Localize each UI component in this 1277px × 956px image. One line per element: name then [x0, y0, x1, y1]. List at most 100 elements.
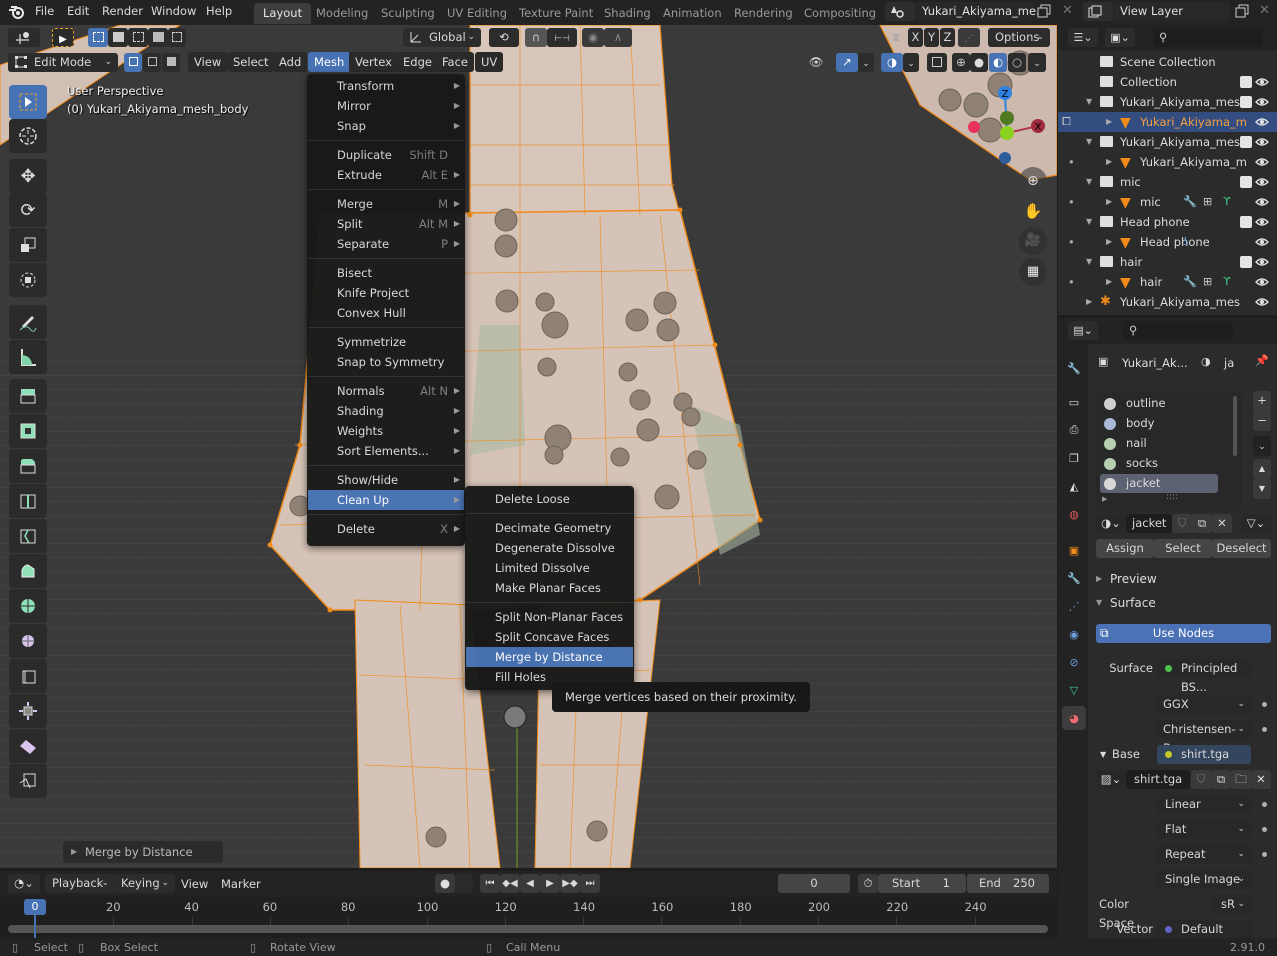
select-tool-button[interactable]: ▶	[52, 28, 74, 47]
menu-item-transform[interactable]: Transform ▶	[308, 76, 464, 96]
tool-select-box[interactable]	[9, 85, 47, 119]
menu-item-merge[interactable]: Merge M ▶	[308, 194, 464, 214]
tab-view-layer[interactable]: ❐	[1062, 446, 1086, 470]
outliner-row[interactable]: • ▶ ▼ mic 🔧 ⊞ ϒ	[1058, 192, 1277, 212]
material-specials-button[interactable]: ⌄	[1253, 436, 1271, 456]
next-keyframe-button[interactable]: ▶◆	[560, 874, 580, 893]
tab-scene[interactable]: ◭	[1062, 474, 1086, 498]
workspace-tab-sculpting[interactable]: Sculpting	[372, 3, 444, 24]
visibility-eye-icon[interactable]	[1255, 255, 1269, 269]
visibility-selectability-dropdown[interactable]: 👁	[800, 53, 832, 72]
browse-image-button[interactable]: ▨⌄	[1096, 770, 1126, 789]
viewport-menu-select[interactable]: Select	[227, 52, 275, 72]
link-dropdown[interactable]: ▽⌄	[1241, 514, 1271, 533]
transform-pivot-button[interactable]	[8, 28, 40, 47]
expand-arrow-icon[interactable]: ▶	[1106, 152, 1112, 172]
tool-loop-cut[interactable]	[9, 484, 47, 518]
visibility-eye-icon[interactable]	[1255, 115, 1269, 129]
exclude-checkbox[interactable]	[1240, 76, 1252, 88]
extension-dropdown[interactable]: Repeat ⌄	[1157, 845, 1267, 864]
interpolation-dropdown[interactable]: Linear ⌄	[1157, 795, 1267, 814]
tool-scale[interactable]	[9, 228, 47, 262]
expand-arrow-icon[interactable]: ▶	[1106, 192, 1112, 212]
menu-item-bisect[interactable]: Bisect	[308, 263, 464, 283]
gizmo-neg-y[interactable]	[1000, 126, 1014, 140]
viewport-menu-face[interactable]: Face	[436, 52, 475, 72]
viewport-menu-edge[interactable]: Edge	[397, 52, 438, 72]
assign-button[interactable]: Assign	[1096, 539, 1154, 558]
timeline-track-area[interactable]: 20 40 60 80 100 120 140 160 180 200 220 240 0	[0, 897, 1057, 938]
base-color-toggle[interactable]: ▼ Base	[1098, 745, 1140, 764]
tool-shear[interactable]	[9, 729, 47, 763]
tab-constraints[interactable]: ⊘	[1062, 650, 1086, 674]
exclude-checkbox[interactable]	[1240, 256, 1252, 268]
zoom-view-icon[interactable]: ⊕	[1019, 167, 1047, 195]
display-mode-dropdown[interactable]: ☰⌄	[1068, 28, 1098, 47]
remove-view-layer-icon[interactable]: ✕	[1259, 3, 1270, 18]
prev-keyframe-button[interactable]: ◆◀	[500, 874, 520, 893]
menu-item-degenerate-dissolve[interactable]: Degenerate Dissolve	[466, 538, 633, 558]
tool-spin[interactable]	[9, 589, 47, 623]
mode-dot-icon[interactable]: •	[1068, 192, 1075, 212]
workspace-tab-compositing[interactable]: Compositing	[795, 3, 885, 24]
tool-poly-build[interactable]	[9, 554, 47, 588]
tab-render[interactable]: ▭	[1062, 390, 1086, 414]
filter-expand-icon[interactable]: ▶	[1102, 495, 1107, 503]
remove-scene-icon[interactable]: ✕	[1062, 3, 1073, 18]
exclude-checkbox[interactable]	[1240, 216, 1252, 228]
collapse-arrow-icon[interactable]: ▼	[1086, 92, 1092, 112]
visibility-eye-icon[interactable]	[1255, 295, 1269, 309]
jump-start-button[interactable]: ⏮	[480, 874, 500, 893]
jump-end-button[interactable]: ⏭	[580, 874, 600, 893]
base-color-texture-field[interactable]: shirt.tga	[1157, 745, 1251, 764]
use-nodes-button[interactable]: ⧉ Use Nodes	[1096, 624, 1271, 643]
tab-modifiers[interactable]: 🔧	[1062, 566, 1086, 590]
visibility-eye-icon[interactable]	[1255, 75, 1269, 89]
camera-view-icon[interactable]: 🎥	[1019, 227, 1047, 255]
new-scene-icon[interactable]	[1037, 4, 1053, 20]
remove-material-slot-button[interactable]: −	[1253, 411, 1271, 431]
exclude-checkbox[interactable]	[1240, 176, 1252, 188]
menu-item-delete-loose[interactable]: Delete Loose	[466, 489, 633, 509]
tool-rotate[interactable]: ⟳	[9, 193, 47, 227]
select-mode-invert-button[interactable]	[148, 28, 168, 47]
viewport-menu-vertex[interactable]: Vertex	[349, 52, 398, 72]
mirror-z-button[interactable]: Z	[940, 28, 955, 47]
expand-arrow-icon[interactable]: ▶	[1106, 112, 1112, 132]
select-mode-intersect-button[interactable]	[168, 28, 186, 47]
outliner-row[interactable]: • ▶ ▼ Yukari_Akiyama_m	[1058, 152, 1277, 172]
move-slot-down-button[interactable]: ▼	[1253, 479, 1271, 499]
playback-dropdown[interactable]: Playback ⌄	[45, 874, 115, 893]
menu-item-symmetrize[interactable]: Symmetrize	[308, 332, 464, 352]
outliner-row[interactable]: ▶ ✱ Yukari_Akiyama_mesh	[1058, 292, 1277, 312]
material-slot-row[interactable]: body	[1100, 414, 1218, 433]
snap-target-dropdown[interactable]: ⊢⊣	[547, 28, 577, 47]
tab-physics[interactable]: ◉	[1062, 622, 1086, 646]
tool-move[interactable]: ✥	[9, 159, 47, 193]
visibility-eye-icon[interactable]	[1255, 135, 1269, 149]
visibility-eye-icon[interactable]	[1255, 175, 1269, 189]
workspace-tab-rendering[interactable]: Rendering	[725, 3, 802, 24]
select-button[interactable]: Select	[1154, 539, 1212, 558]
visibility-eye-icon[interactable]	[1255, 275, 1269, 289]
outliner-row[interactable]: ⧠ ▶ ▼ Yukari_Akiyama_m	[1058, 112, 1277, 132]
tool-measure[interactable]	[9, 340, 47, 374]
menu-item-normals[interactable]: Normals Alt N ▶	[308, 381, 464, 401]
deselect-button[interactable]: Deselect	[1212, 539, 1271, 558]
shading-dropdown[interactable]: ⌄	[1028, 53, 1046, 72]
menu-item-extrude[interactable]: Extrude Alt E ▶	[308, 165, 464, 185]
scene-selector-button[interactable]	[885, 2, 915, 21]
overlays-toggle[interactable]: ◑	[881, 53, 903, 72]
color-space-dropdown[interactable]: sR ⌄	[1213, 895, 1251, 914]
tool-transform[interactable]	[9, 263, 47, 297]
visibility-eye-icon[interactable]	[1255, 235, 1269, 249]
use-preview-range-toggle[interactable]: ⏱	[858, 874, 878, 893]
workspace-tab-shading[interactable]: Shading	[595, 3, 660, 24]
outliner-row[interactable]: ▼ hair	[1058, 252, 1277, 272]
workspace-tab-layout[interactable]: Layout	[254, 3, 312, 24]
snap-toggle-button[interactable]: ∩	[525, 28, 547, 47]
gizmo-toggle[interactable]: ↗	[836, 53, 858, 72]
select-mode-subtract-button[interactable]	[128, 28, 148, 47]
tab-output[interactable]: ⎙	[1062, 418, 1086, 442]
pin-icon[interactable]: 📌	[1255, 354, 1269, 367]
